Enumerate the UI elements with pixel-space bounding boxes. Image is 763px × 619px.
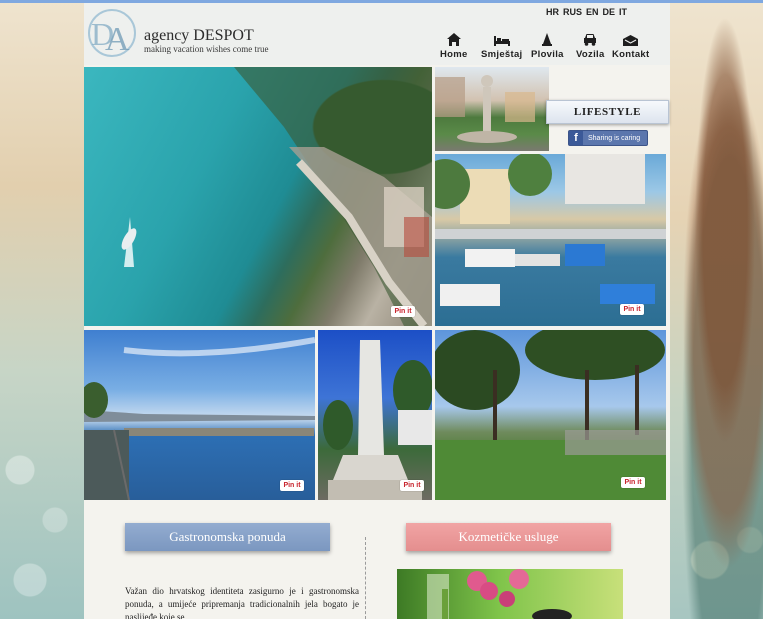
nav-plovila-label: Plovila xyxy=(531,49,564,60)
lifestyle-label[interactable]: LIFESTYLE xyxy=(546,100,669,124)
nav-smjestaj-label: Smještaj xyxy=(481,49,523,60)
pin-it-button[interactable]: Pin it xyxy=(400,480,424,491)
lang-en[interactable]: EN xyxy=(586,7,599,17)
nav-smjestaj[interactable]: Smještaj xyxy=(481,30,522,60)
photo-spa[interactable] xyxy=(397,569,623,619)
house-icon xyxy=(440,30,468,47)
lang-it[interactable]: IT xyxy=(619,7,627,17)
nav-plovila[interactable]: Plovila xyxy=(531,30,564,60)
lang-hr[interactable]: HR xyxy=(546,7,559,17)
gastro-description: Važan dio hrvatskog identiteta zasigurno… xyxy=(125,586,359,619)
pin-it-button[interactable]: Pin it xyxy=(620,304,644,315)
sailboat-icon xyxy=(531,30,564,47)
photo-monument[interactable]: Pin it xyxy=(318,330,432,500)
pin-it-button[interactable]: Pin it xyxy=(391,306,415,317)
nav-vozila-label: Vozila xyxy=(576,49,605,60)
nav-home-label: Home xyxy=(440,49,468,60)
nav-home[interactable]: Home xyxy=(440,30,468,60)
photo-park-pines[interactable]: Pin it xyxy=(435,330,666,500)
nav-kontakt-label: Kontakt xyxy=(612,49,650,60)
language-switcher: HR RUS EN DE IT xyxy=(546,7,627,17)
photo-harbour-boats[interactable]: Pin it xyxy=(435,154,666,326)
lang-rus[interactable]: RUS xyxy=(563,7,582,17)
pin-it-button[interactable]: Pin it xyxy=(621,477,645,488)
photo-aerial-coast[interactable]: Pin it xyxy=(84,67,432,326)
background-right xyxy=(670,0,763,619)
photo-sea-pier[interactable]: Pin it xyxy=(84,330,315,500)
nav-vozila[interactable]: Vozila xyxy=(576,30,605,60)
background-left xyxy=(0,0,84,619)
facebook-share-label: Sharing is caring xyxy=(588,134,641,142)
site-header: D A agency DESPOT making vacation wishes… xyxy=(84,3,670,65)
photo-fountain[interactable] xyxy=(435,67,549,151)
facebook-share-button[interactable]: f Sharing is caring xyxy=(568,130,648,146)
logo-text: agency DESPOT making vacation wishes com… xyxy=(144,27,268,54)
lang-de[interactable]: DE xyxy=(603,7,616,17)
pin-it-button[interactable]: Pin it xyxy=(280,480,304,491)
page-container: D A agency DESPOT making vacation wishes… xyxy=(84,3,670,619)
car-icon xyxy=(576,30,605,47)
svg-text:A: A xyxy=(105,21,130,58)
cosmetics-button[interactable]: Kozmetičke usluge xyxy=(406,523,611,551)
facebook-icon: f xyxy=(569,131,583,145)
nav-kontakt[interactable]: Kontakt xyxy=(612,30,649,60)
logo[interactable]: D A xyxy=(87,8,137,58)
content-section: Gastronomska ponuda Kozmetičke usluge Va… xyxy=(84,503,670,619)
bed-icon xyxy=(481,30,522,47)
envelope-icon xyxy=(612,30,649,47)
brand-name: agency DESPOT xyxy=(144,27,254,44)
section-divider xyxy=(365,537,366,619)
gastro-button[interactable]: Gastronomska ponuda xyxy=(125,523,330,551)
brand-tagline: making vacation wishes come true xyxy=(144,44,269,54)
